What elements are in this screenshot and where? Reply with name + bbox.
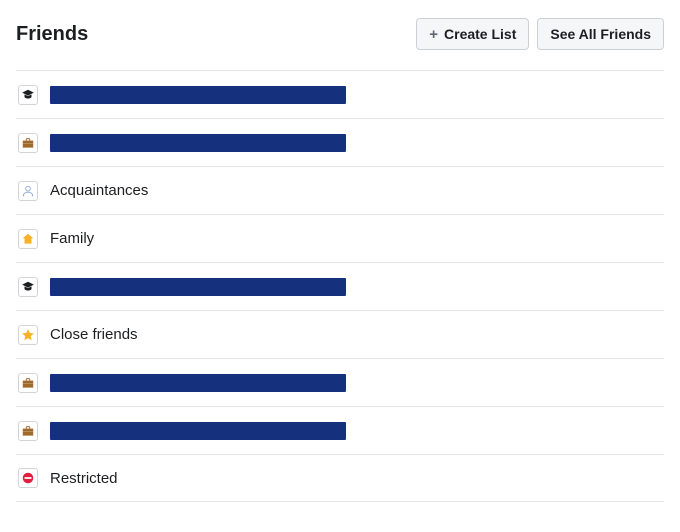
list-item-label: Acquaintances	[50, 182, 148, 199]
redacted-label	[50, 422, 346, 440]
panel-header: Friends + Create List See All Friends	[16, 18, 664, 70]
list-item[interactable]	[16, 262, 664, 310]
list-item[interactable]: Close friends	[16, 310, 664, 358]
see-all-friends-label: See All Friends	[550, 25, 651, 43]
list-item[interactable]: Acquaintances	[16, 166, 664, 214]
friends-panel: Friends + Create List See All Friends Ac…	[0, 0, 680, 502]
friend-lists: Acquaintances Family Close friends Restrict…	[16, 70, 664, 502]
redacted-label	[50, 374, 346, 392]
list-item-label: Family	[50, 230, 94, 247]
redacted-label	[50, 278, 346, 296]
education-icon	[18, 85, 38, 105]
create-list-label: Create List	[444, 25, 516, 43]
work-icon	[18, 133, 38, 153]
list-item[interactable]: Restricted	[16, 454, 664, 502]
list-item-label: Close friends	[50, 326, 138, 343]
plus-icon: +	[429, 27, 438, 42]
list-item[interactable]: Family	[16, 214, 664, 262]
list-item-label: Restricted	[50, 470, 118, 487]
home-icon	[18, 229, 38, 249]
restricted-icon	[18, 468, 38, 488]
create-list-button[interactable]: + Create List	[416, 18, 529, 50]
see-all-friends-button[interactable]: See All Friends	[537, 18, 664, 50]
work-icon	[18, 373, 38, 393]
list-item[interactable]	[16, 358, 664, 406]
person-icon	[18, 181, 38, 201]
header-actions: + Create List See All Friends	[416, 18, 664, 50]
page-title: Friends	[16, 23, 88, 46]
education-icon	[18, 277, 38, 297]
redacted-label	[50, 86, 346, 104]
list-item[interactable]	[16, 70, 664, 118]
list-item[interactable]	[16, 406, 664, 454]
list-item[interactable]	[16, 118, 664, 166]
star-icon	[18, 325, 38, 345]
work-icon	[18, 421, 38, 441]
redacted-label	[50, 134, 346, 152]
